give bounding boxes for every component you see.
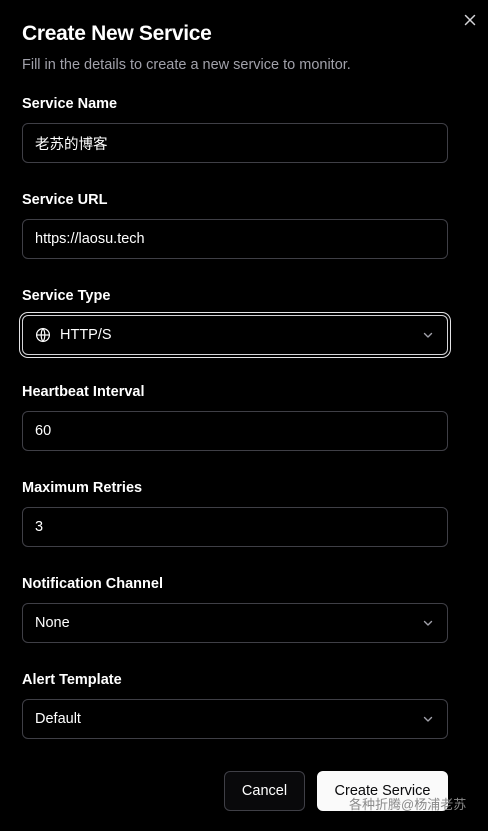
notification-channel-select[interactable]: None [22, 603, 448, 643]
service-url-label: Service URL [22, 192, 108, 208]
service-type-select[interactable]: HTTP/S [22, 315, 448, 355]
service-type-value-group: HTTP/S [35, 327, 112, 343]
maximum-retries-label: Maximum Retries [22, 480, 143, 496]
close-icon[interactable] [462, 12, 478, 28]
maximum-retries-field[interactable] [22, 507, 448, 547]
heartbeat-interval-label: Heartbeat Interval [22, 384, 145, 400]
notification-channel-label: Notification Channel [22, 576, 163, 592]
service-type-value: HTTP/S [60, 327, 112, 343]
alert-template-label: Alert Template [22, 672, 122, 688]
alert-template-value: Default [35, 711, 81, 727]
service-type-label: Service Type [22, 288, 111, 304]
alert-template-select[interactable]: Default [22, 699, 448, 739]
service-name-input[interactable] [35, 135, 435, 151]
service-name-field[interactable] [22, 123, 448, 163]
heartbeat-interval-field[interactable] [22, 411, 448, 451]
dialog-title: Create New Service [22, 22, 212, 45]
watermark-text: 各种折腾@杨浦老苏 [349, 797, 467, 812]
service-url-field[interactable] [22, 219, 448, 259]
maximum-retries-input[interactable] [35, 519, 435, 535]
notification-channel-value: None [35, 615, 70, 631]
service-name-label: Service Name [22, 96, 118, 112]
chevron-down-icon [423, 716, 433, 722]
chevron-down-icon [423, 332, 433, 338]
dialog-subtitle: Fill in the details to create a new serv… [22, 57, 351, 73]
cancel-button[interactable]: Cancel [224, 771, 305, 811]
chevron-down-icon [423, 620, 433, 626]
heartbeat-interval-input[interactable] [35, 423, 435, 439]
globe-icon [35, 327, 51, 343]
create-service-dialog: Create New Service Fill in the details t… [0, 0, 488, 831]
service-url-input[interactable] [35, 231, 435, 247]
